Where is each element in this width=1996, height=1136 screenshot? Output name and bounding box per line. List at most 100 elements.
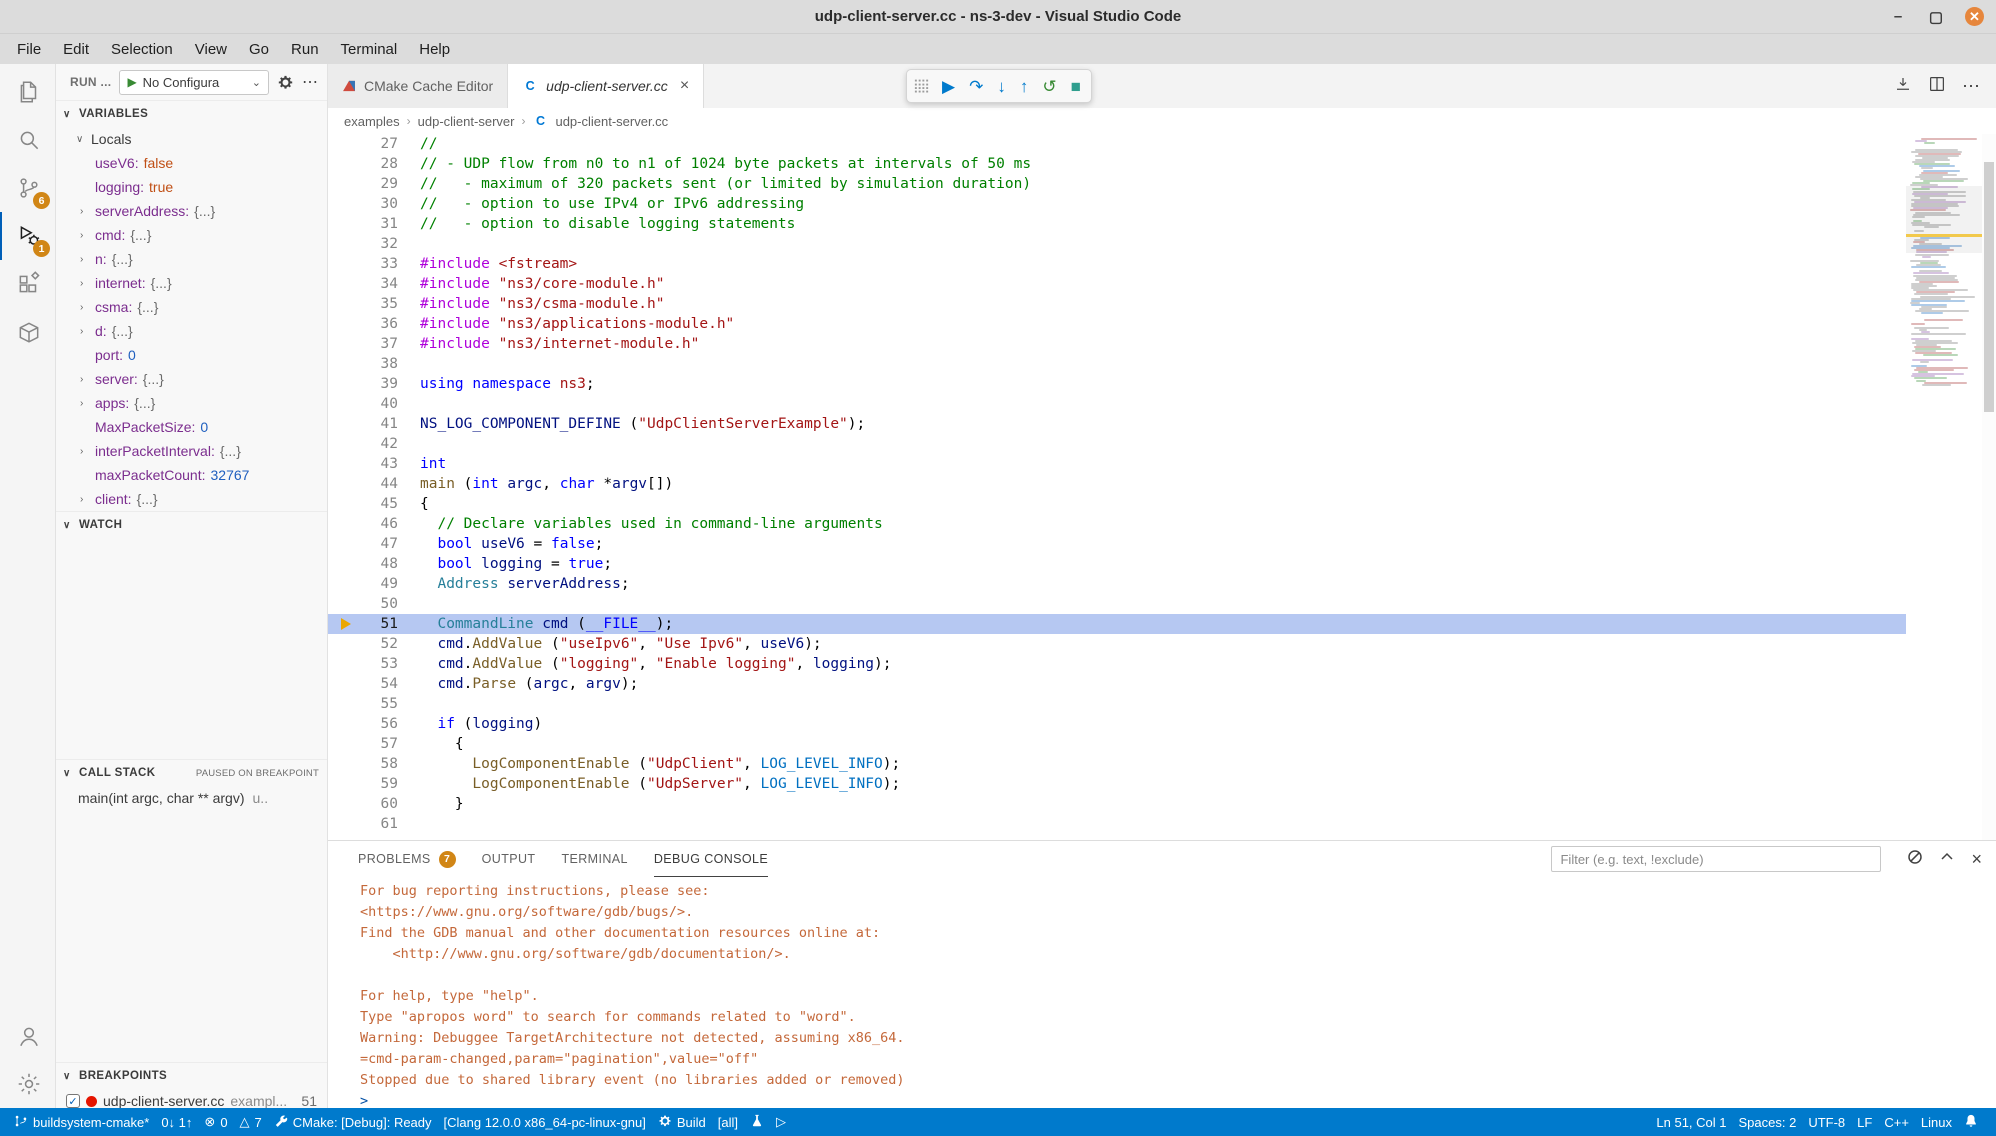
code-line[interactable]: 49 Address serverAddress; <box>328 574 1906 594</box>
variable-row[interactable]: ›internet:{...} <box>56 271 327 295</box>
cmake-status[interactable]: CMake: [Debug]: Ready <box>268 1108 438 1136</box>
search-icon[interactable] <box>0 116 55 164</box>
code-line[interactable]: 43int <box>328 454 1906 474</box>
kit-status[interactable]: [Clang 12.0.0 x86_64-pc-linux-gnu] <box>438 1108 652 1136</box>
minimize-button[interactable]: – <box>1889 8 1907 25</box>
variables-section-header[interactable]: ∨ VARIABLES <box>56 100 327 127</box>
call-stack-frame[interactable]: main(int argc, char ** argv)u.. <box>56 786 327 810</box>
code-line[interactable]: 60 } <box>328 794 1906 814</box>
extensions-icon[interactable] <box>0 260 55 308</box>
encoding[interactable]: UTF-8 <box>1802 1108 1851 1136</box>
close-panel-icon[interactable]: × <box>1971 849 1982 870</box>
maximize-panel-icon[interactable] <box>1939 849 1955 870</box>
menu-item-file[interactable]: File <box>6 38 52 61</box>
run-debug-icon[interactable]: 1 <box>0 212 55 260</box>
code-line[interactable]: 31// - option to disable logging stateme… <box>328 214 1906 234</box>
tab-udp-client-server-cc[interactable]: Cudp-client-server.cc× <box>508 64 704 108</box>
variable-row[interactable]: ›d:{...} <box>56 319 327 343</box>
code-line[interactable]: 44main (int argc, char *argv[]) <box>328 474 1906 494</box>
console-input-prompt[interactable]: > <box>360 1091 1996 1108</box>
launch-button[interactable]: ▷ <box>770 1108 792 1136</box>
code-line[interactable]: 37#include "ns3/internet-module.h" <box>328 334 1906 354</box>
panel-tab-problems[interactable]: PROBLEMS7 <box>358 841 456 877</box>
code-line[interactable]: 50 <box>328 594 1906 614</box>
stop-button[interactable]: ■ <box>1071 78 1081 95</box>
warnings-status[interactable]: △7 <box>234 1108 268 1136</box>
code-line[interactable]: 51 CommandLine cmd (__FILE__); <box>328 614 1906 634</box>
branch-status[interactable]: buildsystem-cmake* <box>8 1108 155 1136</box>
menu-item-go[interactable]: Go <box>238 38 280 61</box>
tab-cmake-cache-editor[interactable]: CMake Cache Editor <box>328 64 508 108</box>
code-line[interactable]: 59 LogComponentEnable ("UdpServer", LOG_… <box>328 774 1906 794</box>
errors-status[interactable]: ⊗0 <box>198 1108 233 1136</box>
scope-row[interactable]: ∨Locals <box>56 127 327 151</box>
more-actions-icon[interactable]: ⋯ <box>1962 76 1980 97</box>
explorer-icon[interactable] <box>0 68 55 116</box>
ctest-button[interactable] <box>744 1108 770 1136</box>
close-icon[interactable]: × <box>680 77 689 95</box>
cursor-position[interactable]: Ln 51, Col 1 <box>1650 1108 1732 1136</box>
menu-item-edit[interactable]: Edit <box>52 38 100 61</box>
breakpoint-checkbox[interactable]: ✓ <box>66 1094 80 1108</box>
minimap[interactable] <box>1906 134 1982 840</box>
variable-row[interactable]: ›csma:{...} <box>56 295 327 319</box>
watch-section-header[interactable]: ∨ WATCH <box>56 511 327 538</box>
maximize-button[interactable]: ▢ <box>1927 8 1945 26</box>
step-over-button[interactable]: ↷ <box>969 78 983 95</box>
code-line[interactable]: 41NS_LOG_COMPONENT_DEFINE ("UdpClientSer… <box>328 414 1906 434</box>
variable-row[interactable]: ›client:{...} <box>56 487 327 511</box>
breadcrumb-item[interactable]: udp-client-server.cc <box>555 114 668 129</box>
variable-row[interactable]: ›n:{...} <box>56 247 327 271</box>
breadcrumb-item[interactable]: examples <box>344 114 400 129</box>
variable-row[interactable]: ›server:{...} <box>56 367 327 391</box>
code-line[interactable]: 46 // Declare variables used in command-… <box>328 514 1906 534</box>
start-debug-icon[interactable]: ▶ <box>127 75 136 89</box>
editor-scrollbar[interactable] <box>1982 134 1996 840</box>
drag-handle-icon[interactable]: ⣿⣿ <box>913 78 928 94</box>
code-line[interactable]: 52 cmd.AddValue ("useIpv6", "Use Ipv6", … <box>328 634 1906 654</box>
indentation[interactable]: Spaces: 2 <box>1733 1108 1803 1136</box>
menu-item-help[interactable]: Help <box>408 38 461 61</box>
code-line[interactable]: 56 if (logging) <box>328 714 1906 734</box>
code-line[interactable]: 42 <box>328 434 1906 454</box>
language-mode[interactable]: C++ <box>1878 1108 1915 1136</box>
clear-console-icon[interactable] <box>1907 849 1923 870</box>
code-line[interactable]: 29// - maximum of 320 packets sent (or l… <box>328 174 1906 194</box>
variable-row[interactable]: MaxPacketSize:0 <box>56 415 327 439</box>
os-indicator[interactable]: Linux <box>1915 1108 1958 1136</box>
variable-row[interactable]: ›serverAddress:{...} <box>56 199 327 223</box>
gear-icon[interactable] <box>277 74 294 91</box>
build-target[interactable]: [all] <box>712 1108 744 1136</box>
variable-row[interactable]: ›apps:{...} <box>56 391 327 415</box>
code-line[interactable]: 36#include "ns3/applications-module.h" <box>328 314 1906 334</box>
launch-config-dropdown[interactable]: ▶ No Configura ⌄ <box>119 70 269 95</box>
build-button[interactable]: Build <box>652 1108 712 1136</box>
settings-gear-icon[interactable] <box>0 1060 55 1108</box>
source-control-icon[interactable]: 6 <box>0 164 55 212</box>
variable-row[interactable]: maxPacketCount:32767 <box>56 463 327 487</box>
more-actions-icon[interactable]: ⋯ <box>302 72 319 92</box>
code-line[interactable]: 48 bool logging = true; <box>328 554 1906 574</box>
variable-row[interactable]: ›interPacketInterval:{...} <box>56 439 327 463</box>
close-button[interactable]: ✕ <box>1965 7 1984 26</box>
split-editor-icon[interactable] <box>1928 75 1946 98</box>
notifications[interactable] <box>1958 1108 1984 1136</box>
code-line[interactable]: 61 <box>328 814 1906 834</box>
variable-row[interactable]: port:0 <box>56 343 327 367</box>
step-into-button[interactable]: ↓ <box>997 78 1006 95</box>
code-line[interactable]: 58 LogComponentEnable ("UdpClient", LOG_… <box>328 754 1906 774</box>
code-line[interactable]: 30// - option to use IPv4 or IPv6 addres… <box>328 194 1906 214</box>
console-filter-input[interactable] <box>1551 846 1881 872</box>
step-out-button[interactable]: ↑ <box>1020 78 1029 95</box>
code-editor[interactable]: 27//28// - UDP flow from n0 to n1 of 102… <box>328 134 1906 840</box>
minimap-viewport[interactable] <box>1906 186 1982 253</box>
panel-tab-debug-console[interactable]: DEBUG CONSOLE <box>654 841 768 877</box>
menu-item-terminal[interactable]: Terminal <box>330 38 409 61</box>
code-line[interactable]: 45{ <box>328 494 1906 514</box>
code-line[interactable]: 33#include <fstream> <box>328 254 1906 274</box>
code-line[interactable]: 35#include "ns3/csma-module.h" <box>328 294 1906 314</box>
variable-row[interactable]: ›cmd:{...} <box>56 223 327 247</box>
menu-item-selection[interactable]: Selection <box>100 38 184 61</box>
panel-tab-terminal[interactable]: TERMINAL <box>561 841 627 877</box>
variable-row[interactable]: useV6:false <box>56 151 327 175</box>
